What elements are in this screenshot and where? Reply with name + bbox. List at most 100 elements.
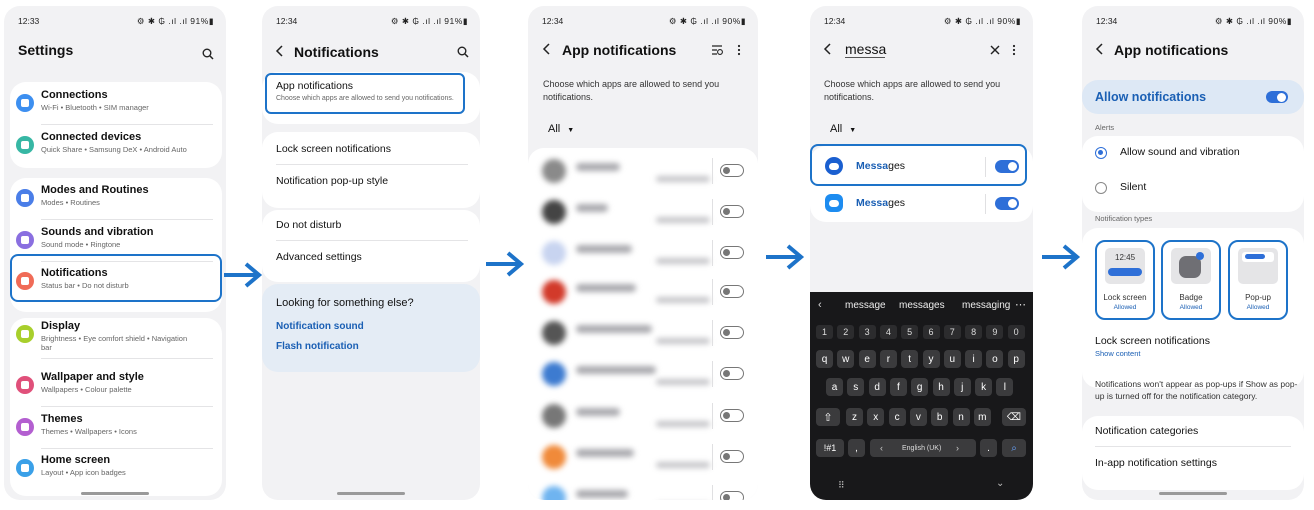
key-p[interactable]: p: [1007, 350, 1025, 368]
key-e[interactable]: e: [858, 350, 876, 368]
key-s[interactable]: s: [847, 378, 865, 396]
settings-item[interactable]: Display Brightness • Eye comfort shield •…: [10, 318, 222, 359]
more-options-icon[interactable]: [1012, 44, 1016, 56]
settings-item[interactable]: Wallpaper and style Wallpapers • Colour p…: [10, 369, 222, 407]
shift-key[interactable]: ⇧: [816, 408, 840, 426]
app-row[interactable]: [540, 483, 746, 500]
advanced-settings-item[interactable]: Advanced settings: [276, 251, 362, 263]
notification-type-option[interactable]: Pop-up Allowed: [1228, 240, 1288, 320]
app-row[interactable]: [540, 197, 746, 227]
key-a[interactable]: a: [826, 378, 843, 396]
key-j[interactable]: j: [953, 378, 971, 396]
key-w[interactable]: w: [837, 350, 855, 368]
keyboard-grid-icon[interactable]: ⠿: [838, 480, 845, 491]
in-app-notification-settings-item[interactable]: In-app notification settings: [1095, 457, 1217, 469]
settings-item[interactable]: Connected devices Quick Share • Samsung D…: [10, 129, 222, 165]
app-row[interactable]: [540, 156, 746, 186]
app-toggle[interactable]: [720, 409, 744, 422]
app-toggle[interactable]: [720, 285, 744, 298]
silent-option[interactable]: Silent: [1120, 181, 1146, 193]
language-left-icon[interactable]: ‹: [880, 443, 883, 453]
key-n[interactable]: n: [952, 408, 970, 426]
key-r[interactable]: r: [879, 350, 897, 368]
key-b[interactable]: b: [931, 408, 949, 426]
app-row[interactable]: [540, 442, 746, 472]
suggestion-word[interactable]: messages: [899, 300, 945, 311]
key-c[interactable]: c: [888, 408, 906, 426]
key-0[interactable]: 0: [1007, 325, 1025, 339]
allow-sound-option[interactable]: Allow sound and vibration: [1120, 146, 1240, 158]
app-row[interactable]: [540, 359, 746, 389]
period-key[interactable]: .: [980, 439, 997, 457]
back-icon[interactable]: [275, 45, 285, 57]
lock-screen-notifications-item[interactable]: Lock screen notifications: [1095, 335, 1210, 347]
key-1[interactable]: 1: [816, 325, 833, 339]
radio-selected-icon[interactable]: [1095, 147, 1107, 159]
notification-categories-item[interactable]: Notification categories: [1095, 425, 1198, 437]
key-v[interactable]: v: [909, 408, 927, 426]
back-icon[interactable]: [1095, 43, 1105, 55]
search-icon[interactable]: [202, 48, 214, 60]
radio-unselected-icon[interactable]: [1095, 182, 1107, 194]
symbols-key[interactable]: !#1: [816, 439, 844, 457]
key-h[interactable]: h: [932, 378, 950, 396]
language-right-icon[interactable]: ›: [956, 443, 959, 453]
notification-sound-link[interactable]: Notification sound: [276, 321, 364, 332]
app-toggle[interactable]: [720, 246, 744, 259]
key-d[interactable]: d: [868, 378, 886, 396]
search-icon[interactable]: [457, 46, 469, 58]
app-toggle[interactable]: [720, 450, 744, 463]
do-not-disturb-item[interactable]: Do not disturb: [276, 219, 341, 231]
search-result-row[interactable]: Messages: [810, 157, 1027, 179]
app-toggle[interactable]: [720, 164, 744, 177]
settings-item[interactable]: Home screen Layout • App icon badges: [10, 452, 222, 488]
key-2[interactable]: 2: [837, 325, 855, 339]
key-5[interactable]: 5: [901, 325, 919, 339]
key-t[interactable]: t: [901, 350, 919, 368]
key-g[interactable]: g: [911, 378, 929, 396]
search-result-row[interactable]: Messages: [810, 194, 1027, 216]
settings-item[interactable]: Connections Wi-Fi • Bluetooth • SIM manag…: [10, 87, 222, 125]
key-l[interactable]: l: [996, 378, 1014, 396]
suggestion-word[interactable]: message: [845, 300, 886, 311]
back-icon[interactable]: [823, 43, 833, 55]
back-icon[interactable]: [542, 43, 552, 55]
app-row[interactable]: [540, 318, 746, 348]
clear-icon[interactable]: [990, 45, 1000, 55]
app-row[interactable]: [540, 277, 746, 307]
hide-keyboard-icon[interactable]: ⌄: [996, 478, 1004, 489]
app-toggle[interactable]: [720, 326, 744, 339]
gesture-bar[interactable]: [81, 492, 149, 495]
gesture-bar[interactable]: [1159, 492, 1227, 495]
messages-toggle[interactable]: [995, 197, 1019, 210]
app-row[interactable]: [540, 401, 746, 431]
app-toggle[interactable]: [720, 205, 744, 218]
key-9[interactable]: 9: [986, 325, 1004, 339]
more-options-icon[interactable]: [737, 44, 741, 56]
key-i[interactable]: i: [965, 350, 983, 368]
filter-dropdown[interactable]: All ▼: [548, 123, 574, 135]
suggestion-word[interactable]: messaging: [962, 300, 1010, 311]
key-y[interactable]: y: [922, 350, 940, 368]
filter-dropdown[interactable]: All ▼: [830, 123, 856, 135]
app-toggle[interactable]: [720, 367, 744, 380]
flash-notification-link[interactable]: Flash notification: [276, 341, 359, 352]
key-k[interactable]: k: [975, 378, 993, 396]
notification-popup-style-item[interactable]: Notification pop-up style: [276, 175, 388, 187]
language-label[interactable]: English (UK): [902, 445, 941, 452]
key-q[interactable]: q: [816, 350, 833, 368]
key-m[interactable]: m: [973, 408, 991, 426]
key-f[interactable]: f: [889, 378, 907, 396]
app-toggle[interactable]: [720, 491, 744, 500]
key-u[interactable]: u: [943, 350, 961, 368]
suggestion-back-icon[interactable]: ‹: [818, 299, 822, 311]
settings-item[interactable]: Themes Themes • Wallpapers • Icons: [10, 411, 222, 449]
key-3[interactable]: 3: [858, 325, 876, 339]
notification-type-option[interactable]: Badge Allowed: [1161, 240, 1221, 320]
search-input[interactable]: messa: [845, 41, 886, 58]
allow-notifications-toggle[interactable]: [1266, 91, 1288, 103]
key-z[interactable]: z: [846, 408, 863, 426]
gesture-bar[interactable]: [337, 492, 405, 495]
key-7[interactable]: 7: [943, 325, 961, 339]
key-o[interactable]: o: [986, 350, 1004, 368]
